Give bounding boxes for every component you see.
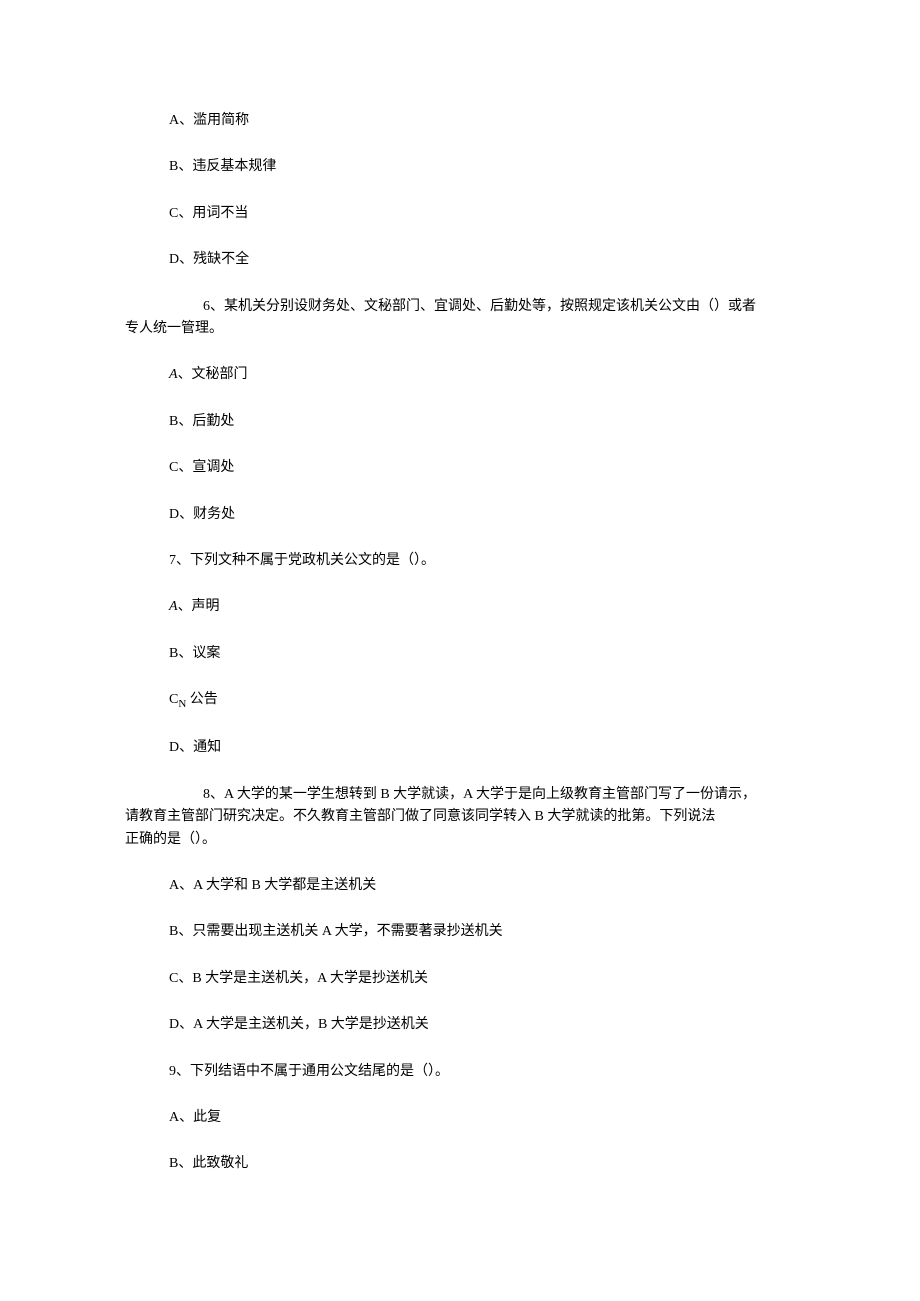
- q6-option-d: D、财务处: [169, 504, 795, 526]
- q8-stem: 8、A 大学的某一学生想转到 B 大学就读，A 大学于是向上级教育主管部门写了一…: [125, 784, 795, 851]
- q8-option-c: C、B 大学是主送机关，A 大学是抄送机关: [169, 968, 795, 990]
- q5-option-b: B、违反基本规律: [169, 156, 795, 178]
- q8-stem-line1: 8、A 大学的某一学生想转到 B 大学就读，A 大学于是向上级教育主管部门写了一…: [125, 784, 795, 806]
- q8-stem-line2: 请教育主管部门研究决定。不久教育主管部门做了同意该同学转入 B 大学就读的批第。…: [125, 806, 795, 828]
- q7-option-a: A、声明: [169, 596, 795, 618]
- q7-optA-rest: 、声明: [178, 599, 220, 614]
- q7-option-d: D、通知: [169, 737, 795, 759]
- q9-option-a: A、此复: [169, 1107, 795, 1129]
- q6-optA-rest: 、文秘部门: [178, 367, 248, 382]
- q7-stem: 7、下列文种不属于党政机关公文的是（）。: [169, 550, 795, 572]
- q7-option-b: B、议案: [169, 643, 795, 665]
- q8-option-b: B、只需要出现主送机关 A 大学，不需要著录抄送机关: [169, 921, 795, 943]
- q6-stem: 6、某机关分别设财务处、文秘部门、宜调处、后勤处等，按照规定该机关公文由（）或者…: [125, 296, 795, 341]
- q6-option-c: C、宣调处: [169, 457, 795, 479]
- q5-option-c: C、用词不当: [169, 203, 795, 225]
- q7-optA-prefix: A: [169, 599, 178, 614]
- q6-option-b: B、后勤处: [169, 411, 795, 433]
- q5-option-d: D、残缺不全: [169, 249, 795, 271]
- q8-option-d: D、A 大学是主送机关，B 大学是抄送机关: [169, 1014, 795, 1036]
- q6-option-a: A、文秘部门: [169, 364, 795, 386]
- q6-stem-line2: 专人统一管理。: [125, 318, 795, 340]
- q9-stem: 9、下列结语中不属于通用公文结尾的是（）。: [169, 1061, 795, 1083]
- q6-optA-prefix: A: [169, 367, 178, 382]
- document-page: A、滥用简称 B、违反基本规律 C、用词不当 D、残缺不全 6、某机关分别设财务…: [0, 0, 920, 1280]
- q9-option-b: B、此致敬礼: [169, 1153, 795, 1175]
- q8-stem-line3: 正确的是（）。: [125, 829, 795, 851]
- q7-optC-rest: 公告: [186, 692, 218, 707]
- q7-optC-prefix: C: [169, 692, 178, 707]
- q8-option-a: A、A 大学和 B 大学都是主送机关: [169, 875, 795, 897]
- q6-stem-line1: 6、某机关分别设财务处、文秘部门、宜调处、后勤处等，按照规定该机关公文由（）或者: [125, 296, 795, 318]
- q5-option-a: A、滥用简称: [169, 110, 795, 132]
- q7-option-c: CN 公告: [169, 689, 795, 713]
